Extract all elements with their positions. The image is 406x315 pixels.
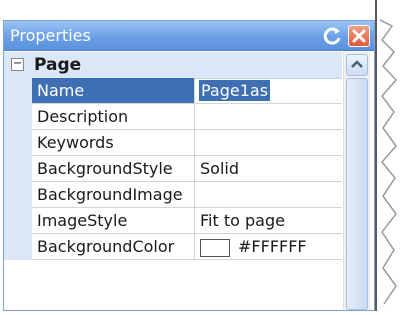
- property-name[interactable]: BackgroundColor: [32, 234, 195, 259]
- panel-title: Properties: [10, 26, 91, 45]
- scroll-thumb[interactable]: [346, 78, 368, 310]
- property-row-backgroundstyle[interactable]: BackgroundStyle Solid: [4, 156, 342, 182]
- row-gutter: [4, 234, 32, 260]
- close-button[interactable]: [348, 25, 370, 47]
- property-row-backgroundimage[interactable]: BackgroundImage: [4, 182, 342, 208]
- property-value[interactable]: [195, 130, 342, 155]
- property-name[interactable]: BackgroundStyle: [32, 156, 195, 181]
- property-value[interactable]: Solid: [195, 156, 342, 181]
- properties-panel: Properties − Page Name Page1as Descripti: [3, 20, 375, 311]
- name-value-input[interactable]: Page1as: [199, 80, 271, 101]
- property-name[interactable]: Name: [32, 78, 195, 103]
- property-value[interactable]: [195, 182, 342, 207]
- property-value[interactable]: #FFFFFF: [195, 234, 342, 259]
- property-value[interactable]: Page1as: [195, 78, 342, 103]
- row-gutter: [4, 104, 32, 130]
- row-gutter: [4, 182, 32, 208]
- property-row-imagestyle[interactable]: ImageStyle Fit to page: [4, 208, 342, 234]
- chevron-up-icon: [351, 60, 363, 68]
- property-row-name[interactable]: Name Page1as: [4, 78, 342, 104]
- property-row-backgroundcolor[interactable]: BackgroundColor #FFFFFF: [4, 234, 342, 260]
- color-value: #FFFFFF: [238, 237, 307, 256]
- property-row-keywords[interactable]: Keywords: [4, 130, 342, 156]
- property-row-description[interactable]: Description: [4, 104, 342, 130]
- property-name[interactable]: Description: [32, 104, 195, 129]
- property-name[interactable]: ImageStyle: [32, 208, 195, 233]
- row-gutter: [4, 78, 32, 104]
- scroll-up-button[interactable]: [346, 54, 368, 76]
- panel-titlebar[interactable]: Properties: [4, 21, 374, 51]
- category-label: Page: [34, 55, 82, 75]
- property-grid: Name Page1as Description Keywords Backgr…: [4, 78, 342, 260]
- color-swatch[interactable]: [200, 238, 230, 257]
- window-edge: [375, 0, 377, 311]
- vertical-scrollbar[interactable]: [343, 52, 370, 310]
- torn-edge-decoration: [378, 0, 406, 311]
- property-value[interactable]: Fit to page: [195, 208, 342, 233]
- close-icon: [352, 29, 366, 43]
- row-gutter: [4, 130, 32, 156]
- property-value[interactable]: [195, 104, 342, 129]
- row-gutter: [4, 208, 32, 234]
- row-gutter: [4, 156, 32, 182]
- property-name[interactable]: Keywords: [32, 130, 195, 155]
- property-name[interactable]: BackgroundImage: [32, 182, 195, 207]
- refresh-pin-icon[interactable]: [322, 25, 344, 47]
- category-page[interactable]: − Page: [4, 52, 342, 79]
- collapse-icon[interactable]: −: [11, 57, 24, 71]
